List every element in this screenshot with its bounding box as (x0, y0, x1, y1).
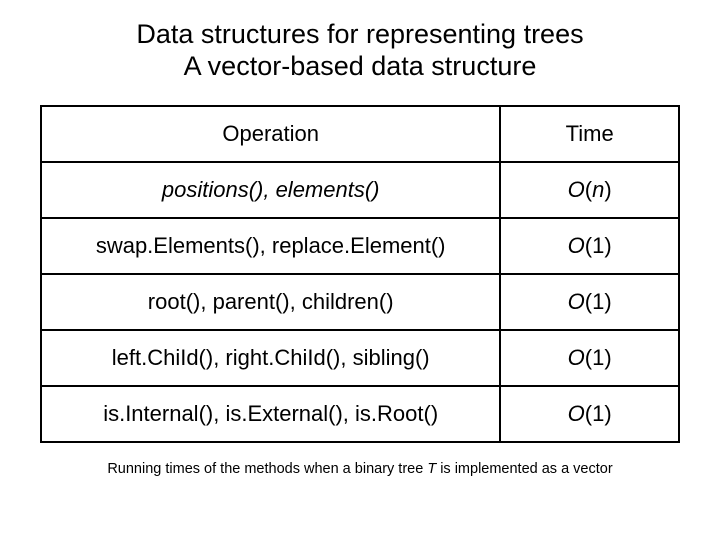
big-o-arg: 1 (592, 401, 604, 426)
op-text: root(), parent(), children() (148, 289, 394, 314)
op-text-em: positions(), elements() (162, 177, 380, 202)
op-text: left.ChiId(), right.ChiId(), sibling() (112, 345, 430, 370)
header-operation: Operation (41, 106, 500, 162)
big-o-close: ) (604, 401, 611, 426)
operation-cell: root(), parent(), children() (41, 274, 500, 330)
caption-text: is implemented as a vector (436, 461, 613, 477)
big-o-close: ) (604, 345, 611, 370)
big-o-close: ) (604, 177, 611, 202)
table-row: root(), parent(), children() O(1) (41, 274, 679, 330)
big-o: O (568, 345, 585, 370)
title-line-1: Data structures for representing trees (40, 18, 680, 50)
big-o-arg: n (592, 177, 604, 202)
time-cell: O(1) (500, 386, 679, 442)
big-o: O (568, 233, 585, 258)
operation-cell: left.ChiId(), right.ChiId(), sibling() (41, 330, 500, 386)
big-o-arg: 1 (592, 233, 604, 258)
complexity-table: Operation Time positions(), elements() O… (40, 105, 680, 443)
big-o-arg: 1 (592, 289, 604, 314)
big-o: O (568, 289, 585, 314)
time-cell: O(1) (500, 330, 679, 386)
big-o-close: ) (604, 233, 611, 258)
caption-em: T (427, 461, 436, 477)
time-cell: O(n) (500, 162, 679, 218)
caption: Running times of the methods when a bina… (40, 461, 680, 477)
slide: Data structures for representing trees A… (0, 0, 720, 540)
op-text: swap.Elements(), replace.Element() (96, 233, 446, 258)
table-row: is.Internal(), is.External(), is.Root() … (41, 386, 679, 442)
table-row: swap.Elements(), replace.Element() O(1) (41, 218, 679, 274)
table-row: left.ChiId(), right.ChiId(), sibling() O… (41, 330, 679, 386)
big-o: O (568, 401, 585, 426)
title-line-2: A vector-based data structure (40, 50, 680, 82)
big-o: O (568, 177, 585, 202)
op-text: is.Internal(), is.External(), is.Root() (103, 401, 438, 426)
header-time: Time (500, 106, 679, 162)
table-header-row: Operation Time (41, 106, 679, 162)
time-cell: O(1) (500, 218, 679, 274)
table-row: positions(), elements() O(n) (41, 162, 679, 218)
operation-cell: swap.Elements(), replace.Element() (41, 218, 500, 274)
big-o-close: ) (604, 289, 611, 314)
time-cell: O(1) (500, 274, 679, 330)
slide-title: Data structures for representing trees A… (40, 18, 680, 83)
caption-text: Running times of the methods when a bina… (107, 461, 427, 477)
big-o-arg: 1 (592, 345, 604, 370)
operation-cell: positions(), elements() (41, 162, 500, 218)
operation-cell: is.Internal(), is.External(), is.Root() (41, 386, 500, 442)
